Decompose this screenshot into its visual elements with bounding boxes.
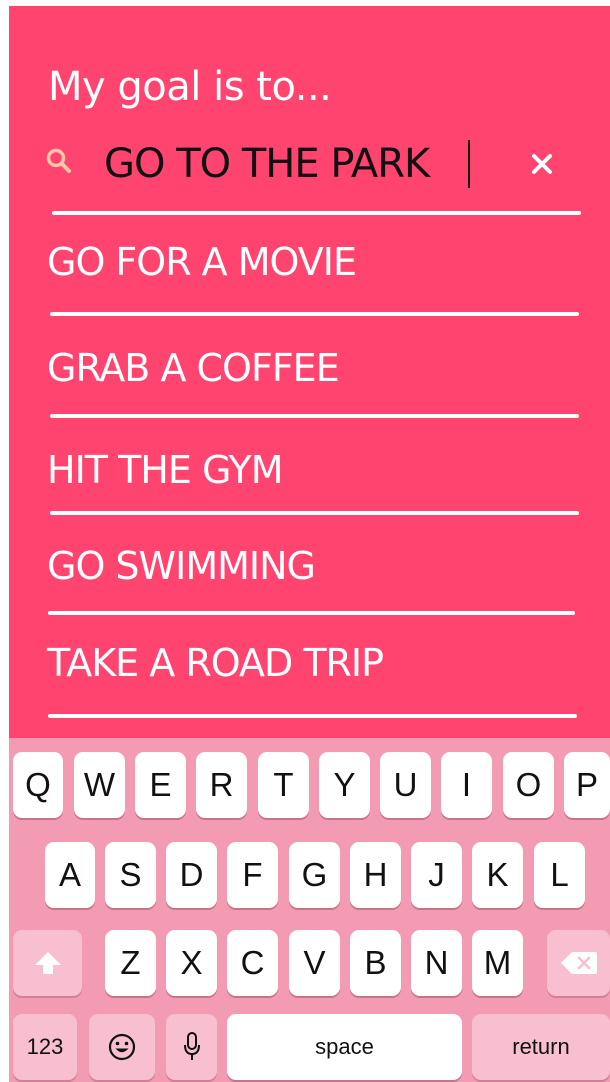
- key-c[interactable]: C: [227, 930, 278, 996]
- emoji-key[interactable]: [89, 1014, 155, 1080]
- search-divider: [52, 211, 581, 215]
- suggestion-divider: [48, 714, 577, 718]
- key-l[interactable]: L: [534, 842, 585, 908]
- suggestion-item-2[interactable]: GRAB A COFFEE: [47, 332, 567, 404]
- key-j[interactable]: J: [411, 842, 462, 908]
- goal-search-input[interactable]: [104, 136, 484, 192]
- search-icon: [46, 148, 71, 173]
- suggestion-item-4[interactable]: GO SWIMMING: [47, 530, 567, 602]
- microphone-icon: [183, 1032, 200, 1060]
- suggestion-divider: [50, 511, 579, 515]
- shift-icon: [34, 952, 61, 974]
- suggestion-divider: [50, 414, 579, 418]
- return-key[interactable]: return: [472, 1014, 610, 1080]
- key-k[interactable]: K: [472, 842, 523, 908]
- key-y[interactable]: Y: [319, 752, 370, 818]
- key-i[interactable]: I: [441, 752, 492, 818]
- numbers-key[interactable]: 123: [13, 1014, 77, 1080]
- text-caret: [468, 140, 470, 188]
- key-f[interactable]: F: [227, 842, 278, 908]
- key-v[interactable]: V: [289, 930, 340, 996]
- shift-key[interactable]: [13, 930, 82, 996]
- dictation-key[interactable]: [166, 1014, 217, 1080]
- key-m[interactable]: M: [472, 930, 523, 996]
- delete-key[interactable]: [547, 930, 610, 996]
- key-t[interactable]: T: [258, 752, 309, 818]
- suggestion-item-5[interactable]: TAKE A ROAD TRIP: [47, 627, 567, 699]
- key-o[interactable]: O: [503, 752, 554, 818]
- suggestion-item-3[interactable]: HIT THE GYM: [47, 434, 567, 506]
- delete-icon: [560, 952, 597, 974]
- key-x[interactable]: X: [166, 930, 217, 996]
- suggestion-divider: [48, 611, 575, 615]
- key-g[interactable]: G: [289, 842, 340, 908]
- key-z[interactable]: Z: [105, 930, 156, 996]
- key-p[interactable]: P: [564, 752, 610, 818]
- key-u[interactable]: U: [380, 752, 431, 818]
- key-e[interactable]: E: [135, 752, 186, 818]
- close-icon[interactable]: [528, 150, 556, 178]
- key-s[interactable]: S: [105, 842, 156, 908]
- suggestion-divider: [50, 312, 579, 316]
- key-n[interactable]: N: [411, 930, 462, 996]
- key-r[interactable]: R: [196, 752, 247, 818]
- space-key[interactable]: space: [227, 1014, 462, 1080]
- key-h[interactable]: H: [350, 842, 401, 908]
- key-a[interactable]: A: [45, 842, 95, 908]
- key-q[interactable]: Q: [13, 752, 63, 818]
- emoji-icon: [108, 1033, 136, 1061]
- suggestion-item-1[interactable]: GO FOR A MOVIE: [47, 226, 567, 298]
- key-d[interactable]: D: [166, 842, 217, 908]
- on-screen-keyboard: Q W E R T Y U I O P A S D F G H J K L Z …: [9, 738, 610, 1082]
- goal-prompt: My goal is to...: [48, 64, 332, 110]
- key-b[interactable]: B: [350, 930, 401, 996]
- key-w[interactable]: W: [74, 752, 125, 818]
- search-row: [44, 128, 570, 202]
